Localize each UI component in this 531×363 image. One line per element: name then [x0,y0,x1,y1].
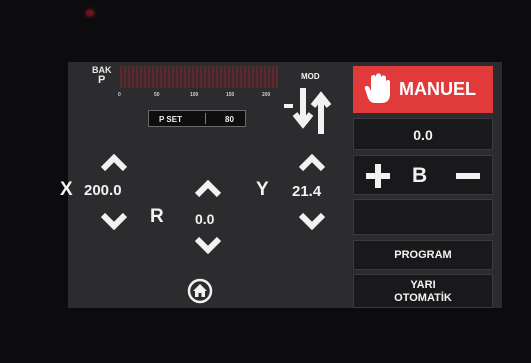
updown-arrows-icon[interactable] [282,82,338,140]
plus-icon[interactable] [366,164,390,188]
semi-auto-button[interactable]: YARI OTOMATİK [353,274,493,308]
semi-auto-line1: YARI [410,279,436,291]
x-up-chevron-icon[interactable] [100,154,128,172]
minus-icon[interactable] [456,164,480,188]
meter-tick: 200 [262,92,271,98]
b-adjust-row: B [353,155,493,195]
b-label: B [412,164,428,187]
blank-panel [353,199,493,235]
meter-label-bottom: P [98,74,106,86]
meter-tick: 0 [118,92,121,98]
manual-mode-button[interactable]: MANUEL [353,66,493,113]
y-down-chevron-icon[interactable] [298,212,326,230]
y-axis-name: Y [256,179,269,200]
power-led [86,10,94,16]
program-button[interactable]: PROGRAM [353,240,493,270]
home-icon[interactable] [187,278,213,304]
x-axis-name: X [60,179,73,200]
value-display[interactable]: 0.0 [353,118,493,150]
manual-mode-label: MANUEL [399,79,476,99]
y-axis-value[interactable]: 21.4 [292,183,321,200]
r-down-chevron-icon[interactable] [194,236,222,254]
x-down-chevron-icon[interactable] [100,212,128,230]
r-up-chevron-icon[interactable] [194,180,222,198]
meter-scale: 0 50 100 150 200 [118,92,280,102]
meter-tick: 100 [190,92,199,98]
meter-tick: 150 [226,92,235,98]
mode-label: MOD [301,72,320,81]
value-display-text: 0.0 [413,127,433,143]
y-up-chevron-icon[interactable] [298,154,326,172]
semi-auto-line2: OTOMATİK [394,292,452,304]
pset-label: P SET [159,115,182,124]
hand-icon [364,73,390,103]
pset-value: 80 [225,115,234,124]
pset-display[interactable]: P SET 80 [148,110,246,127]
r-axis-value[interactable]: 0.0 [195,211,214,227]
x-axis-value[interactable]: 200.0 [84,182,122,199]
pressure-meter [120,66,278,88]
r-axis-name: R [150,206,164,227]
program-button-label: PROGRAM [394,249,452,261]
meter-tick: 50 [154,92,160,98]
pset-divider [205,113,206,124]
